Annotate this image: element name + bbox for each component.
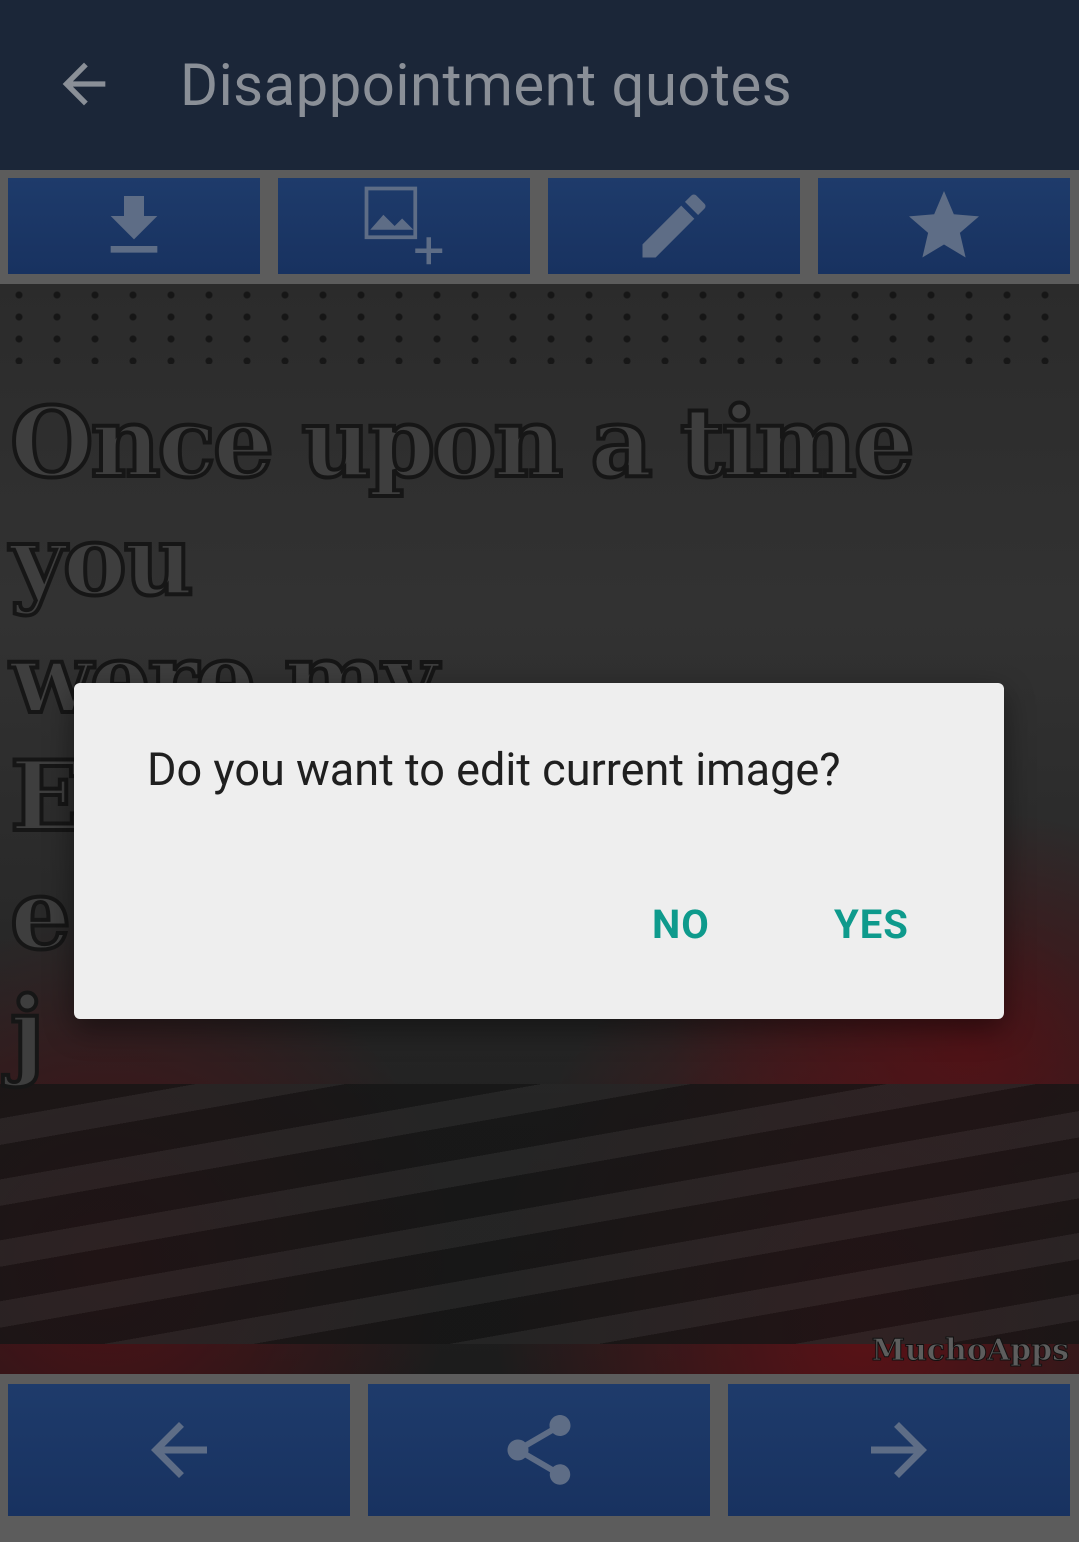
edit-button[interactable]	[548, 178, 800, 274]
app-bar: Disappointment quotes	[0, 0, 1079, 170]
arrow-right-icon	[871, 1422, 927, 1478]
download-icon	[110, 196, 158, 253]
no-button[interactable]: NO	[652, 901, 710, 948]
share-icon	[507, 1415, 571, 1485]
share-button[interactable]	[368, 1384, 710, 1516]
favorite-button[interactable]	[818, 178, 1070, 274]
add-image-icon	[364, 186, 443, 265]
page-title: Disappointment quotes	[180, 52, 793, 120]
action-toolbar	[0, 170, 1079, 284]
star-icon	[909, 191, 979, 258]
next-button[interactable]	[728, 1384, 1070, 1516]
arrow-back-icon	[62, 62, 106, 106]
back-button[interactable]	[52, 52, 116, 116]
confirm-dialog: Do you want to edit current image? NO YE…	[74, 683, 1004, 1019]
add-image-button[interactable]	[278, 178, 530, 274]
dialog-message: Do you want to edit current image?	[147, 743, 841, 796]
arrow-left-icon	[151, 1422, 207, 1478]
piano-keys-decoration	[0, 1084, 1079, 1344]
previous-button[interactable]	[8, 1384, 350, 1516]
download-button[interactable]	[8, 178, 260, 274]
quote-line-1: Once upon a time you	[8, 384, 917, 619]
yes-button[interactable]: YES	[834, 901, 909, 948]
bottom-navigation	[0, 1374, 1079, 1542]
watermark: MuchoApps	[871, 1333, 1069, 1369]
image-texture	[0, 284, 1079, 364]
pencil-icon	[642, 194, 706, 258]
